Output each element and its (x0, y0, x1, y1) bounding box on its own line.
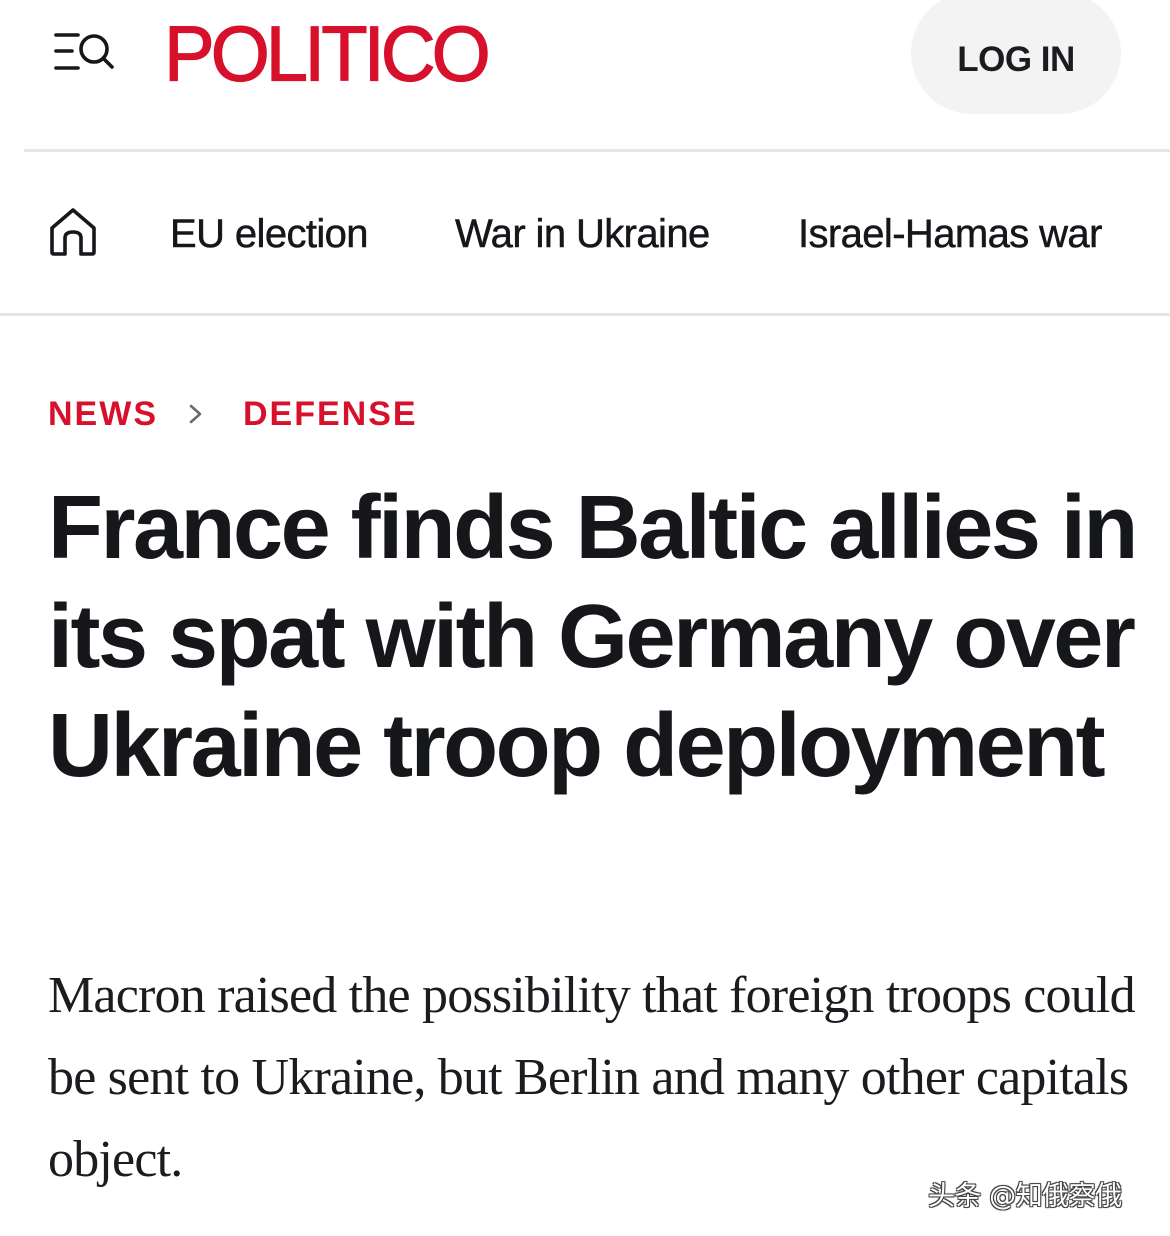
nav-item-war-in-ukraine[interactable]: War in Ukraine (455, 210, 711, 258)
menu-search-button[interactable] (50, 26, 118, 80)
breadcrumb-news[interactable]: NEWS (48, 392, 158, 436)
home-icon (50, 208, 96, 256)
politico-logo[interactable]: POLITICO (163, 13, 491, 96)
top-header: POLITICO LOG IN (0, 0, 1170, 150)
article-headline: France finds Baltic allies in its spat w… (48, 478, 1138, 796)
chevron-right-icon (189, 404, 202, 424)
breadcrumb-defense[interactable]: DEFENSE (243, 392, 418, 436)
watermark: 头条 @知俄察俄 (928, 1181, 1122, 1212)
login-button[interactable]: LOG IN (911, 0, 1121, 114)
nav-item-eu-election[interactable]: EU election (170, 210, 369, 258)
nav-divider (0, 313, 1170, 316)
article-dek: Macron raised the possibility that forei… (48, 967, 1136, 1188)
nav-item-israel-hamas-war[interactable]: Israel-Hamas war (798, 210, 1103, 258)
section-nav: EU election War in Ukraine Israel-Hamas … (0, 152, 1170, 314)
menu-search-icon (54, 33, 114, 70)
home-link[interactable] (48, 206, 98, 258)
